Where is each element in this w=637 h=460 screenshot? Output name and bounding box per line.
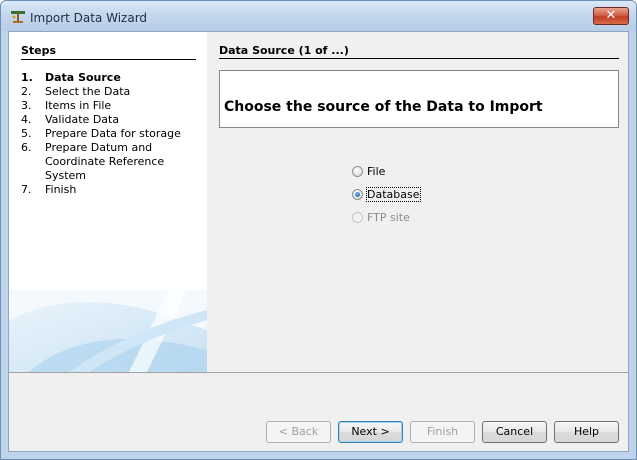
step-number: 4.	[21, 113, 32, 126]
radio-label: FTP site	[367, 211, 410, 224]
back-button[interactable]: < Back	[266, 421, 331, 443]
step-item: 3. Items in File	[21, 99, 203, 113]
radio-file[interactable]: File	[352, 165, 385, 178]
radio-button[interactable]	[352, 189, 363, 200]
window-title: Import Data Wizard	[30, 11, 148, 25]
close-button[interactable]: ✕	[593, 7, 629, 25]
radio-database[interactable]: Database	[352, 187, 421, 202]
radio-button[interactable]	[352, 212, 363, 223]
header-box: Choose the source of the Data to Import	[219, 70, 619, 128]
steps-list: 1. Data Source 2. Select the Data 3. Ite…	[21, 71, 203, 197]
radio-label: Database	[366, 187, 421, 202]
content-panel: Data Source (1 of ...) Choose the source…	[207, 32, 628, 372]
decorative-swoosh	[9, 290, 207, 372]
step-number: 6.	[21, 141, 32, 154]
step-number: 2.	[21, 85, 32, 98]
step-item: 1. Data Source	[21, 71, 203, 85]
step-label: Validate Data	[45, 113, 120, 126]
step-number: 7.	[21, 183, 32, 196]
section-title: Data Source (1 of ...)	[219, 44, 349, 57]
close-icon: ✕	[605, 8, 617, 23]
step-number: 3.	[21, 99, 32, 112]
radio-label: File	[367, 165, 386, 178]
step-label: Prepare Data for storage	[45, 127, 181, 140]
wizard-body: Steps 1. Data Source 2. Select the Data …	[8, 31, 629, 452]
step-item: 4. Validate Data	[21, 113, 203, 127]
step-label: Items in File	[45, 99, 112, 112]
section-divider	[219, 58, 619, 59]
help-button[interactable]: Help	[554, 421, 619, 443]
step-number: 5.	[21, 127, 32, 140]
cancel-button[interactable]: Cancel	[482, 421, 547, 443]
step-item: 5. Prepare Data for storage	[21, 127, 203, 141]
wizard-window: Import Data Wizard ✕ Steps 1. Data Sourc…	[0, 0, 637, 460]
radio-button[interactable]	[352, 166, 363, 177]
step-number: 1.	[21, 71, 33, 84]
steps-title: Steps	[21, 44, 57, 57]
step-item: 6. Prepare Datum and Coordinate Referenc…	[21, 141, 203, 183]
step-item: 2. Select the Data	[21, 85, 203, 99]
finish-button[interactable]: Finish	[410, 421, 475, 443]
footer-divider	[9, 372, 628, 373]
page-heading: Choose the source of the Data to Import	[224, 99, 543, 115]
step-label: Select the Data	[45, 85, 131, 98]
app-icon	[11, 11, 25, 23]
step-label: Data Source	[45, 71, 121, 84]
step-item: 7. Finish	[21, 183, 203, 197]
next-button[interactable]: Next >	[338, 421, 403, 443]
title-bar[interactable]: Import Data Wizard ✕	[1, 1, 636, 31]
steps-panel: Steps 1. Data Source 2. Select the Data …	[9, 32, 207, 372]
radio-ftp-site[interactable]: FTP site	[352, 211, 410, 224]
step-label: Finish	[45, 183, 77, 196]
step-label: Prepare Datum and Coordinate Reference S…	[45, 141, 165, 182]
steps-divider	[21, 59, 196, 60]
